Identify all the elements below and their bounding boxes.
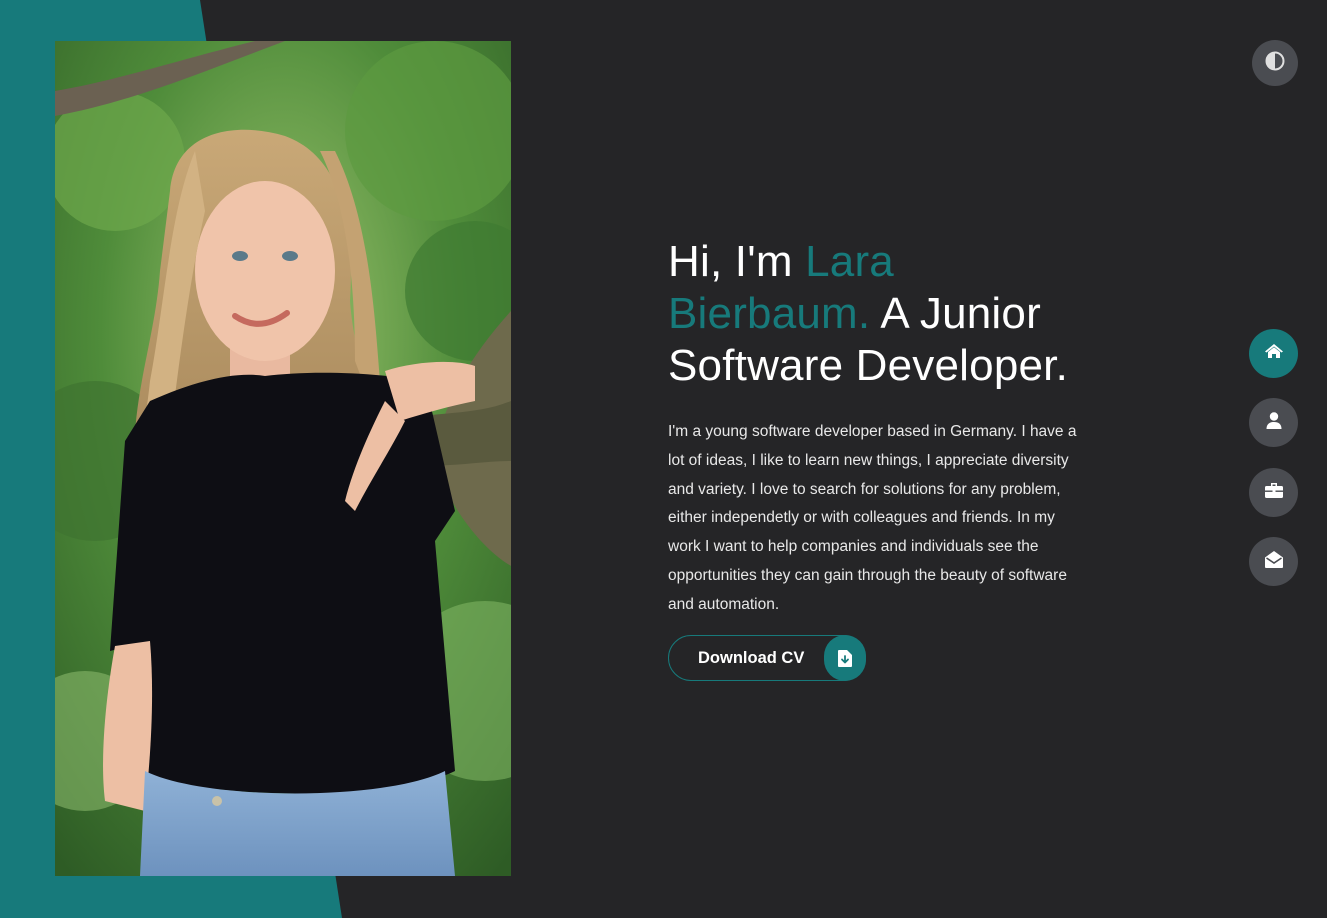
bio-paragraph: I'm a young software developer based in … xyxy=(668,423,1077,613)
nav-about-button[interactable] xyxy=(1249,398,1298,447)
user-icon xyxy=(1266,411,1282,434)
greeting-text: Hi, I'm xyxy=(668,237,806,286)
nav-contact-button[interactable] xyxy=(1249,537,1298,586)
nav-portfolio-button[interactable] xyxy=(1249,468,1298,517)
file-download-icon xyxy=(824,635,866,681)
theme-toggle-button[interactable] xyxy=(1252,40,1298,86)
home-icon xyxy=(1264,343,1284,364)
download-cv-button[interactable]: Download CV xyxy=(668,635,866,681)
contrast-icon xyxy=(1265,51,1285,76)
hero-section: Hi, I'm Lara Bierbaum. A Junior Software… xyxy=(668,236,1088,620)
portrait-photo xyxy=(55,41,511,876)
download-cv-label: Download CV xyxy=(698,648,805,667)
page: Hi, I'm Lara Bierbaum. A Junior Software… xyxy=(0,0,1327,918)
hero-headline: Hi, I'm Lara Bierbaum. A Junior Software… xyxy=(668,236,1088,392)
nav-home-button[interactable] xyxy=(1249,329,1298,378)
envelope-open-icon xyxy=(1264,550,1283,573)
briefcase-icon xyxy=(1264,482,1283,503)
